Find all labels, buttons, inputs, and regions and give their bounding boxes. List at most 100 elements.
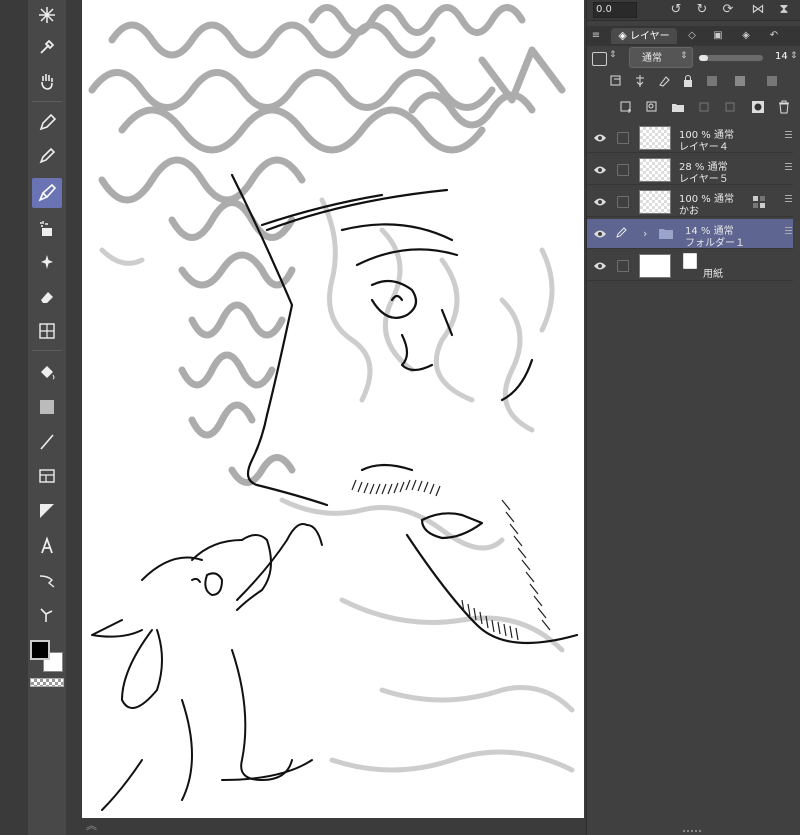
opacity-fill [699, 55, 708, 61]
tool-decoration[interactable] [32, 247, 62, 277]
tool-eyedropper[interactable] [32, 32, 62, 62]
layer-menu-icon[interactable] [785, 163, 793, 175]
layer-thumbnail [639, 254, 671, 278]
transfer-down-icon[interactable] [695, 98, 713, 116]
rotate-right-icon[interactable]: ↻ [693, 1, 711, 19]
canvas-bottom-bar [66, 818, 586, 835]
opacity-track [699, 55, 763, 61]
merge-down-icon[interactable] [721, 98, 739, 116]
tab-layer[interactable]: ◈ レイヤー [611, 28, 677, 44]
chevron-up-icon[interactable]: ︽ [86, 820, 98, 832]
tool-frame[interactable] [32, 461, 62, 491]
fill-icon [41, 366, 55, 380]
drawing-canvas[interactable] [82, 0, 584, 818]
tool-correct-line[interactable] [32, 600, 62, 630]
airbrush-icon [40, 221, 52, 236]
layer-row[interactable]: 100 % 通常 かお [587, 187, 793, 217]
brush-icon [38, 183, 57, 202]
tool-sparkle[interactable] [32, 0, 62, 30]
zoom-value[interactable]: 0.0 [593, 2, 637, 18]
navigator-bar: 0.0 ↺ ↻ ⟳ ⋈ ⧗ [587, 0, 800, 21]
tool-balloon[interactable] [32, 566, 62, 596]
new-raster-layer-icon[interactable] [617, 98, 635, 116]
layer-check-box[interactable] [617, 260, 629, 272]
layer-menu-icon[interactable] [785, 195, 793, 207]
toolbar-divider [32, 101, 62, 102]
visibility-eye-icon[interactable] [593, 132, 607, 144]
layer-menu-icon[interactable] [785, 227, 793, 239]
draft-layer-icon[interactable] [655, 72, 673, 90]
tool-fill[interactable] [32, 358, 62, 388]
reset-rotation-icon[interactable]: ⟳ [719, 1, 737, 19]
tab-layer-property[interactable]: ◇ [681, 28, 703, 44]
tool-blend[interactable] [32, 316, 62, 346]
tool-ruler[interactable] [32, 496, 62, 526]
layer-name: レイヤー５ [679, 174, 729, 185]
visibility-eye-icon[interactable] [593, 260, 607, 272]
opacity-slider[interactable]: 14 [699, 51, 789, 63]
tab-layer-search[interactable]: ▣ [707, 28, 729, 44]
pencil-icon [39, 147, 56, 164]
blend-icon [39, 323, 55, 339]
layer-color-swatch[interactable] [592, 52, 607, 66]
layer-row[interactable]: 28 % 通常 レイヤー５ [587, 155, 793, 185]
reference-layer-icon[interactable] [631, 72, 649, 90]
toolbar-divider [32, 350, 62, 351]
layer-check-box[interactable] [617, 164, 629, 176]
layer-blend-row: ⇕ 通常 ⇕ 14 ⇕ [587, 47, 800, 69]
layer-name: フォルダー１ [685, 238, 745, 249]
visibility-eye-icon[interactable] [593, 164, 607, 176]
tool-eraser[interactable] [32, 282, 62, 312]
resize-handle[interactable] [683, 830, 703, 832]
transparent-color-swatch[interactable] [30, 678, 64, 687]
editing-pen-icon [616, 227, 627, 238]
tool-line[interactable] [32, 427, 62, 457]
flip-horizontal-icon[interactable]: ⋈ [749, 1, 767, 19]
tab-history[interactable]: ↶ [763, 28, 785, 44]
tool-pen[interactable] [32, 108, 62, 138]
reference-icon [753, 196, 765, 208]
tool-airbrush[interactable] [32, 214, 62, 244]
mask-enable-icon[interactable] [731, 72, 749, 90]
clip-layer-icon[interactable] [607, 72, 625, 90]
trash-icon[interactable] [775, 98, 793, 116]
chevron-right-icon[interactable]: › [643, 227, 647, 240]
tab-layer-stack[interactable]: ◈ [735, 28, 757, 44]
create-mask-icon[interactable] [749, 98, 767, 116]
tool-gradient[interactable] [32, 392, 62, 422]
ruler-icon [40, 504, 54, 518]
tool-pencil[interactable] [32, 141, 62, 171]
new-vector-layer-icon[interactable] [643, 98, 661, 116]
visibility-eye-icon[interactable] [593, 196, 607, 208]
lock-transparent-icon[interactable] [703, 72, 721, 90]
panel-menu-icon[interactable]: ≡ [589, 28, 603, 44]
layer-name: かお [679, 206, 699, 217]
layer-panel: 0.0 ↺ ↻ ⟳ ⋈ ⧗ ≡ ◈ レイヤー ◇ ▣ ◈ ↶ ⇕ 通常 ⇕ 14… [586, 0, 800, 835]
ruler-show-icon[interactable] [763, 72, 781, 90]
tool-hand[interactable] [32, 66, 62, 96]
flip-vertical-icon[interactable]: ⧗ [775, 1, 793, 19]
layer-row[interactable]: › 14 % 通常 フォルダー１ [587, 219, 793, 249]
layer-row[interactable]: 用紙 [587, 251, 793, 281]
tool-brush[interactable] [32, 178, 62, 208]
lock-icon[interactable] [679, 72, 697, 90]
line-icon [40, 434, 54, 450]
visibility-eye-icon[interactable] [593, 228, 607, 240]
hand-icon [41, 74, 53, 90]
tool-text[interactable] [32, 531, 62, 561]
eraser-icon [41, 292, 53, 303]
text-icon [41, 536, 53, 554]
rotate-left-icon[interactable]: ↺ [667, 1, 685, 19]
opacity-value: 14 [775, 51, 788, 62]
layer-row[interactable]: 100 % 通常 レイヤー４ [587, 123, 793, 153]
foreground-color-swatch[interactable] [30, 640, 50, 660]
correct-line-icon [40, 608, 53, 622]
swatch-stepper-icon[interactable]: ⇕ [609, 50, 617, 60]
layer-icon-row-2 [587, 98, 800, 120]
layer-menu-icon[interactable] [785, 131, 793, 143]
opacity-stepper-icon[interactable]: ⇕ [790, 51, 798, 61]
new-folder-icon[interactable] [669, 98, 687, 116]
artwork [88, 4, 579, 811]
layer-check-box[interactable] [617, 196, 629, 208]
layer-check-box[interactable] [617, 132, 629, 144]
